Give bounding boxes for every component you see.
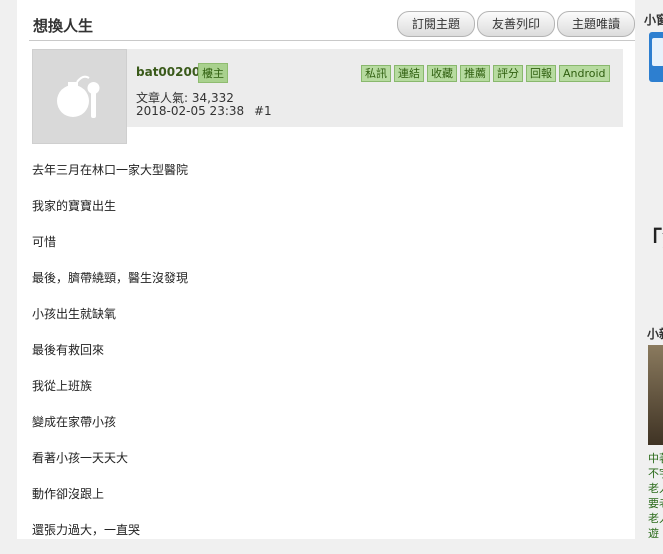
avatar[interactable] — [32, 49, 127, 144]
rate-button[interactable]: 評分 — [493, 65, 523, 82]
post-actions: 私訊 連結 收藏 推薦 評分 回報 Android — [361, 65, 610, 82]
post-line: 動作卻沒跟上 — [32, 487, 105, 501]
news-thumbnail[interactable] — [648, 345, 663, 445]
post-floor-link[interactable]: #1 — [254, 104, 272, 118]
op-badge: 樓主 — [198, 63, 228, 83]
link-button[interactable]: 連結 — [394, 65, 424, 82]
news-headline[interactable]: 中著 不宇 老人 要老 老人 遊 — [648, 451, 663, 539]
android-app-button[interactable]: Android — [559, 65, 610, 82]
post-container: 想換人生 訂閱主題 友善列印 主題唯讀 bat002008 樓主 文章人氣: 3… — [17, 0, 636, 539]
post-line: 小孩出生就缺氧 — [32, 307, 117, 321]
print-button[interactable]: 友善列印 — [477, 11, 556, 37]
default-avatar-icon — [57, 75, 100, 118]
post-line: 最後有救回來 — [32, 343, 105, 357]
post-line: 我從上班族 — [32, 379, 93, 393]
post-datetime: 2018-02-05 23:38 — [136, 104, 245, 118]
post-line: 還張力過大，一直哭 — [32, 523, 141, 537]
subscribe-button[interactable]: 訂閱主題 — [397, 11, 476, 37]
sidebar-news-title: 小新 — [647, 327, 663, 341]
thread-title: 想換人生 — [33, 17, 94, 35]
news-line: 老人 — [648, 512, 663, 525]
news-line: 中著 — [648, 452, 663, 465]
sidebar-title: 小窗 — [644, 13, 663, 27]
report-button[interactable]: 回報 — [526, 65, 556, 82]
title-divider — [29, 40, 635, 41]
read-only-button[interactable]: 主題唯讀 — [557, 11, 636, 37]
news-line: 要老 — [648, 497, 663, 510]
post-line: 去年三月在林口一家大型醫院 — [32, 163, 189, 177]
post-line: 可惜 — [32, 235, 57, 249]
post-line: 變成在家帶小孩 — [32, 415, 117, 429]
post-line: 最後，臍帶繞頸，醫生沒發現 — [32, 271, 189, 285]
favorite-button[interactable]: 收藏 — [427, 65, 457, 82]
right-sidebar: 小窗 「第 小新 中著 不宇 老人 要老 老人 遊 — [638, 0, 663, 539]
recommend-button[interactable]: 推薦 — [460, 65, 490, 82]
news-line: 不宇 — [648, 467, 663, 480]
post-line: 我家的寶寶出生 — [32, 199, 117, 213]
news-line: 老人 — [648, 482, 663, 495]
app-ad-icon[interactable] — [649, 32, 663, 82]
post-line: 看著小孩一天天大 — [32, 451, 129, 465]
news-line: 遊 — [648, 527, 659, 539]
post-body: 去年三月在林口一家大型醫院 我家的寶寶出生 可惜 最後，臍帶繞頸，醫生沒發現 小… — [32, 158, 188, 554]
message-button[interactable]: 私訊 — [361, 65, 391, 82]
sidebar-banner-text[interactable]: 「第 — [640, 222, 663, 254]
thread-toolbar: 訂閱主題 友善列印 主題唯讀 — [397, 11, 636, 37]
post-meta: 2018-02-05 23:38 #1 — [136, 104, 272, 118]
